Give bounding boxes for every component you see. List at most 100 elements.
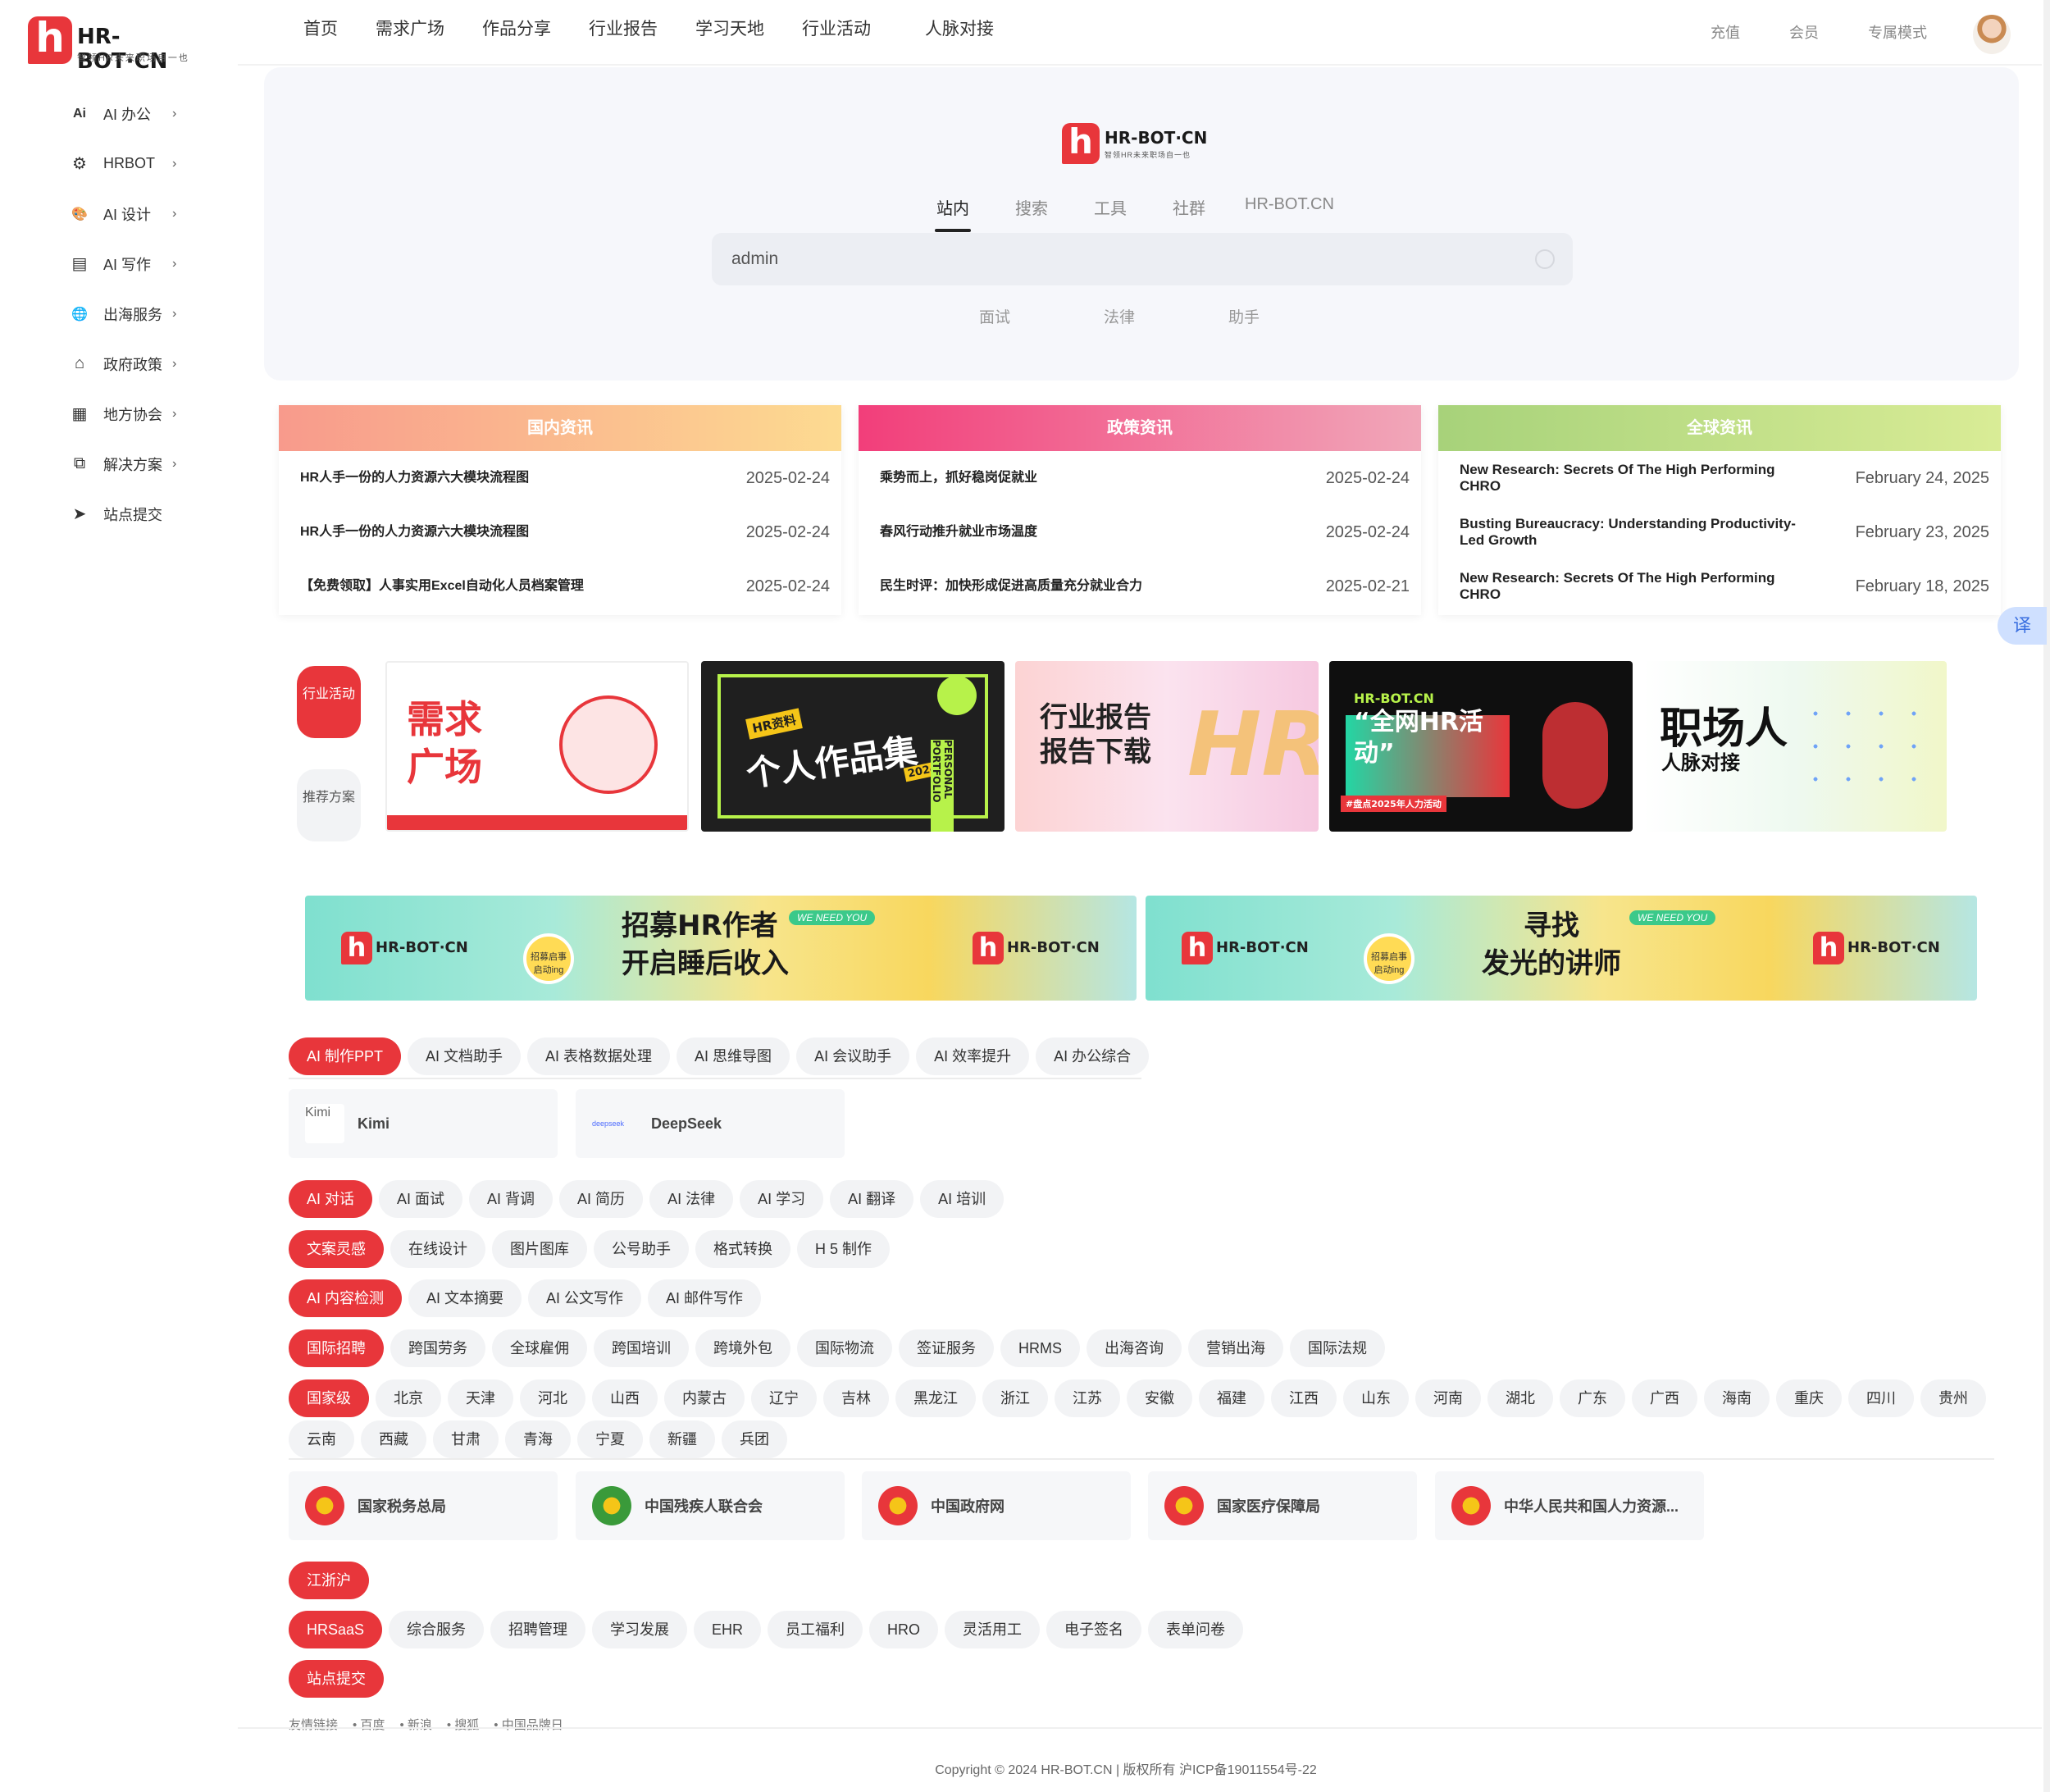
sidebar-item-submit[interactable]: ➤ 站点提交	[69, 489, 208, 539]
tag-chip[interactable]: AI 邮件写作	[648, 1279, 762, 1317]
tag-chip[interactable]: 天津	[448, 1379, 513, 1417]
tag-chip[interactable]: 格式转换	[695, 1230, 790, 1268]
tag-chip[interactable]: 江西	[1271, 1379, 1337, 1417]
scrollbar[interactable]	[2043, 0, 2050, 1792]
tag-chip[interactable]: AI 内容检测	[289, 1279, 403, 1317]
tag-chip[interactable]: HRMS	[1000, 1329, 1080, 1367]
tag-chip[interactable]: AI 公文写作	[528, 1279, 642, 1317]
tag-chip[interactable]: 出海咨询	[1086, 1329, 1182, 1367]
nav-demand-square[interactable]: 需求广场	[376, 15, 444, 48]
banner-hr-events[interactable]: HR-BOT.CN “全网HR活动” #盘点2025年人力活动	[1329, 661, 1633, 832]
sidebar-item-ai-design[interactable]: 🎨 AI 设计 ›	[69, 189, 208, 239]
tag-chip[interactable]: 国际招聘	[289, 1329, 384, 1367]
nav-works[interactable]: 作品分享	[482, 15, 551, 48]
banner-demand-square[interactable]: 需求广场	[385, 661, 689, 832]
tab-recommended-solutions[interactable]: 推荐方案	[297, 769, 361, 841]
sidebar-item-solutions[interactable]: ⧉ 解决方案 ›	[69, 439, 208, 489]
gov-card[interactable]: 国家医疗保障局	[1148, 1471, 1417, 1540]
tag-chip[interactable]: 黑龙江	[895, 1379, 976, 1417]
exclusive-mode-link[interactable]: 专属模式	[1868, 21, 1927, 43]
tag-chip[interactable]: 招聘管理	[490, 1611, 586, 1648]
tag-chip[interactable]: 宁夏	[577, 1420, 643, 1458]
hot-word[interactable]: 助手	[1228, 305, 1260, 327]
sidebar-item-associations[interactable]: ▦ 地方协会 ›	[69, 389, 208, 439]
tag-chip[interactable]: AI 文档助手	[408, 1037, 522, 1075]
news-item[interactable]: Busting Bureaucracy: Understanding Produ…	[1438, 505, 2001, 559]
tag-chip[interactable]: 签证服务	[899, 1329, 994, 1367]
news-item[interactable]: New Research: Secrets Of The High Perfor…	[1438, 451, 2001, 505]
tag-chip[interactable]: AI 思维导图	[676, 1037, 790, 1075]
sidebar-item-ai-writing[interactable]: ▤ AI 写作 ›	[69, 239, 208, 289]
tag-chip[interactable]: 甘肃	[433, 1420, 499, 1458]
tag-chip[interactable]: 国家级	[289, 1379, 369, 1417]
tag-chip[interactable]: 重庆	[1776, 1379, 1842, 1417]
tag-chip[interactable]: 表单问卷	[1148, 1611, 1244, 1648]
tag-chip[interactable]: AI 对话	[289, 1180, 373, 1218]
tag-chip[interactable]: 文案灵感	[289, 1230, 384, 1268]
search-icon[interactable]	[1535, 249, 1555, 269]
friend-link[interactable]: • 新浪	[399, 1716, 431, 1733]
tag-chip[interactable]: 河南	[1415, 1379, 1481, 1417]
friend-link[interactable]: • 中国品牌日	[494, 1716, 563, 1733]
tab-site[interactable]: 站内	[935, 195, 971, 232]
tag-chip[interactable]: 跨国培训	[594, 1329, 689, 1367]
tag-chip[interactable]: AI 面试	[379, 1180, 463, 1218]
tag-chip[interactable]: AI 会议助手	[796, 1037, 910, 1075]
gov-card[interactable]: 中国残疾人联合会	[576, 1471, 845, 1540]
sidebar-item-ai-office[interactable]: Ai AI 办公 ›	[69, 89, 208, 139]
news-item[interactable]: 【免费领取】人事实用Excel自动化人员档案管理 2025-02-24	[279, 559, 841, 613]
tag-chip[interactable]: 跨境外包	[695, 1329, 790, 1367]
nav-reports[interactable]: 行业报告	[589, 15, 658, 48]
tag-chip[interactable]: 江苏	[1055, 1379, 1120, 1417]
nav-learning[interactable]: 学习天地	[695, 15, 764, 48]
tag-chip[interactable]: 湖北	[1487, 1379, 1553, 1417]
tag-chip[interactable]: HRSaaS	[289, 1611, 383, 1648]
nav-networking[interactable]: 人脉对接	[925, 15, 994, 48]
nav-events[interactable]: 行业活动	[802, 15, 871, 48]
tab-search[interactable]: 搜索	[1015, 195, 1048, 219]
banner-portfolio[interactable]: HR资料 个人作品集 2024 PERSONAL PORTFOLIO	[701, 661, 1004, 832]
tag-chip[interactable]: AI 制作PPT	[289, 1037, 402, 1075]
gov-card[interactable]: 中国政府网	[862, 1471, 1131, 1540]
tag-chip[interactable]: 国际法规	[1290, 1329, 1385, 1367]
avatar[interactable]	[1973, 15, 2011, 54]
banner-industry-report[interactable]: 行业报告报告下载 HR	[1015, 661, 1319, 832]
tag-chip[interactable]: AI 背调	[469, 1180, 554, 1218]
tag-chip[interactable]: 河北	[520, 1379, 585, 1417]
tag-chip[interactable]: 电子签名	[1046, 1611, 1142, 1648]
tag-chip[interactable]: 公号助手	[594, 1230, 689, 1268]
banner-recruit-authors[interactable]: h HR-BOT·CN 招募启事启动ing 招募HR作者 开启睡后收入 WE NEE…	[305, 896, 1137, 1001]
tag-chip[interactable]: 广西	[1632, 1379, 1697, 1417]
tag-chip[interactable]: AI 法律	[649, 1180, 734, 1218]
news-item[interactable]: New Research: Secrets Of The High Perfor…	[1438, 559, 2001, 613]
tag-chip[interactable]: 跨国劳务	[390, 1329, 485, 1367]
tag-chip[interactable]: 北京	[376, 1379, 441, 1417]
membership-link[interactable]: 会员	[1789, 21, 1819, 43]
tag-chip[interactable]: 青海	[505, 1420, 571, 1458]
tag-chip[interactable]: 辽宁	[751, 1379, 817, 1417]
tag-chip[interactable]: 吉林	[823, 1379, 889, 1417]
tag-chip[interactable]: 江浙沪	[289, 1562, 369, 1599]
tag-chip[interactable]: AI 翻译	[830, 1180, 914, 1218]
tag-chip[interactable]: 综合服务	[389, 1611, 485, 1648]
news-item[interactable]: HR人手一份的人力资源六大模块流程图 2025-02-24	[279, 451, 841, 505]
tag-chip[interactable]: AI 效率提升	[916, 1037, 1030, 1075]
news-item[interactable]: 春风行动推升就业市场温度 2025-02-24	[859, 505, 1421, 559]
nav-home[interactable]: 首页	[303, 15, 338, 48]
hot-word[interactable]: 法律	[1104, 305, 1135, 327]
tab-hrbot[interactable]: HR-BOT.CN	[1245, 195, 1334, 219]
tag-chip[interactable]: 山西	[592, 1379, 658, 1417]
tag-chip[interactable]: 兵团	[722, 1420, 787, 1458]
tag-chip[interactable]: AI 办公综合	[1036, 1037, 1150, 1075]
gov-card[interactable]: 中华人民共和国人力资源...	[1435, 1471, 1704, 1540]
tag-chip[interactable]: 全球雇佣	[492, 1329, 587, 1367]
news-item[interactable]: 乘势而上，抓好稳岗促就业 2025-02-24	[859, 451, 1421, 505]
tag-chip[interactable]: 内蒙古	[664, 1379, 745, 1417]
tab-community[interactable]: 社群	[1173, 195, 1205, 219]
banner-find-lecturers[interactable]: h HR-BOT·CN 招募启事启动ing 寻找 发光的讲师 WE NEED YOU…	[1146, 896, 1977, 1001]
tag-chip[interactable]: 图片图库	[492, 1230, 587, 1268]
tag-chip[interactable]: H 5 制作	[797, 1230, 891, 1268]
tool-card-deepseek[interactable]: deepseek DeepSeek	[576, 1089, 845, 1158]
friend-link[interactable]: • 搜狐	[447, 1716, 479, 1733]
banner-networking[interactable]: 职场人 人脉对接	[1643, 661, 1947, 832]
